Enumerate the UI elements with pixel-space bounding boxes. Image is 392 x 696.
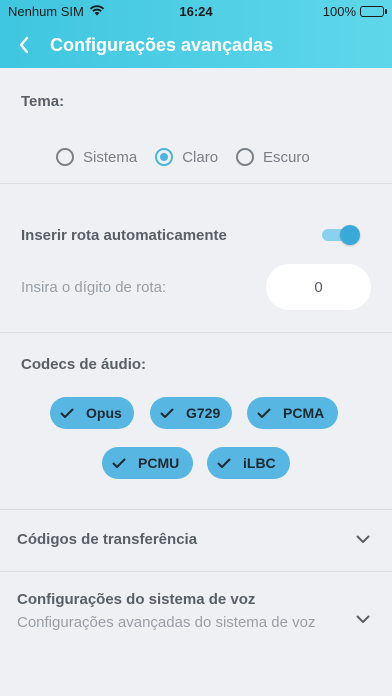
page-title: Configurações avançadas (50, 35, 274, 55)
voice-system-title: Configurações do sistema de voz (17, 591, 256, 608)
voice-system-row[interactable]: Configurações do sistema de voz Configur… (0, 572, 392, 672)
chevron-down-icon (356, 615, 370, 624)
battery-group: 100% (322, 4, 387, 19)
codec-chip-ilbc[interactable]: iLBC (207, 447, 290, 479)
chevron-down-icon (356, 535, 370, 544)
nav-bar: Configurações avançadas (0, 26, 392, 64)
codec-chip-pcmu[interactable]: PCMU (102, 447, 194, 479)
theme-option-escuro[interactable]: Escuro (236, 148, 310, 166)
codec-label: G729 (186, 405, 221, 421)
theme-option-label: Sistema (83, 148, 138, 166)
divider (0, 183, 392, 184)
codec-chip-pcma[interactable]: PCMA (247, 397, 339, 429)
codec-label: iLBC (243, 455, 276, 471)
battery-icon (360, 6, 387, 17)
route-digit-label: Insira o dígito de rota: (21, 279, 167, 296)
radio-unselected-icon (56, 148, 74, 166)
transfer-codes-row[interactable]: Códigos de transferência (0, 510, 392, 570)
check-icon (160, 408, 174, 419)
codec-label: Opus (86, 405, 122, 421)
voice-system-subtitle: Configurações avançadas do sistema de vo… (17, 614, 316, 631)
theme-option-sistema[interactable]: Sistema (56, 148, 137, 166)
back-button[interactable] (10, 30, 38, 60)
codec-chip-opus[interactable]: Opus (50, 397, 134, 429)
chevron-left-icon (19, 36, 29, 54)
codec-label: PCMA (283, 405, 325, 421)
auto-route-label: Inserir rota automaticamente (21, 227, 227, 244)
auto-route-toggle[interactable] (322, 225, 360, 245)
header: Nenhum SIM 16:24 100% Configurações avan… (0, 0, 392, 68)
theme-option-claro[interactable]: Claro (155, 148, 218, 166)
check-icon (60, 408, 74, 419)
radio-unselected-icon (236, 148, 255, 166)
check-icon (112, 458, 126, 469)
theme-option-label: Claro (182, 148, 219, 166)
radio-selected-icon (155, 148, 174, 166)
status-bar: Nenhum SIM 16:24 100% (0, 0, 392, 22)
route-digit-input[interactable] (266, 264, 371, 310)
check-icon (217, 458, 231, 469)
theme-radio-group: Sistema Claro Escuro (56, 148, 328, 166)
check-icon (257, 408, 271, 419)
battery-percent: 100% (322, 4, 356, 19)
theme-option-label: Escuro (263, 148, 310, 166)
codec-chip-g729[interactable]: G729 (150, 397, 233, 429)
theme-label: Tema: (21, 93, 65, 110)
codecs-label: Codecs de áudio: (21, 356, 147, 373)
divider (0, 332, 392, 333)
transfer-codes-label: Códigos de transferência (17, 531, 198, 548)
codec-label: PCMU (138, 455, 180, 471)
